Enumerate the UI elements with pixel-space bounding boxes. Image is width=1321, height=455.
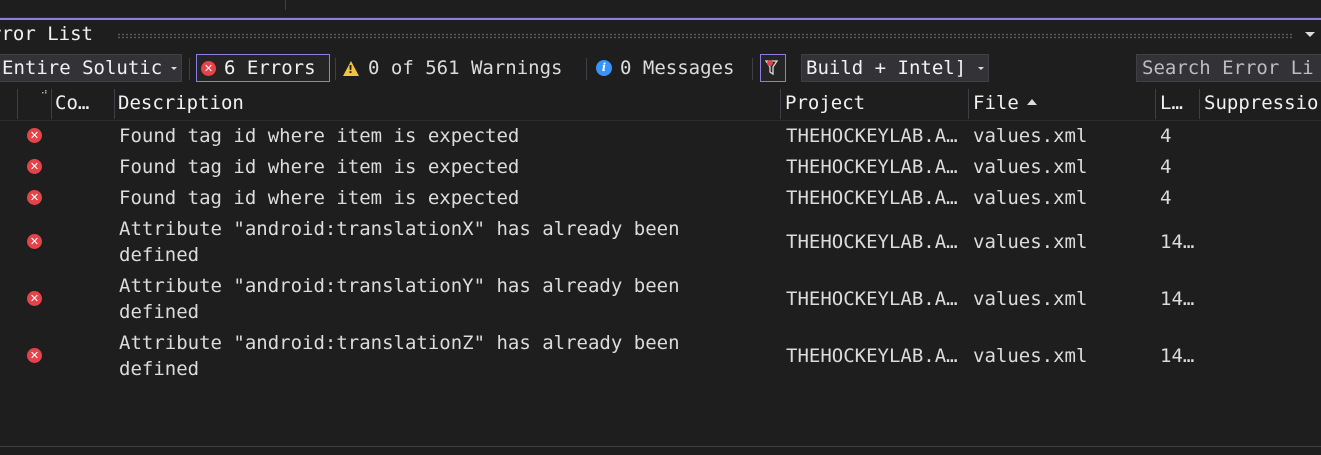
table-row[interactable]: ✕ Attribute "android:translationY" has a…: [0, 271, 1321, 328]
top-strip: [0, 0, 1321, 18]
column-header-description[interactable]: Description: [114, 87, 780, 120]
row-file: values.xml: [973, 288, 1088, 310]
row-project: THEHOCKEYLAB.A…: [786, 231, 958, 253]
row-file: values.xml: [973, 187, 1088, 209]
table-row[interactable]: ✕ Attribute "android:translationX" has a…: [0, 214, 1321, 271]
column-header-line[interactable]: L…: [1156, 87, 1199, 120]
row-description: Attribute "android:translationY" has alr…: [119, 275, 680, 323]
row-line: 4: [1160, 156, 1172, 178]
toolbar-separator: [335, 58, 336, 80]
search-placeholder: Search Error Li: [1142, 57, 1314, 79]
row-description: Attribute "android:translationX" has alr…: [119, 218, 680, 266]
info-icon: i: [596, 60, 612, 76]
row-line: 4: [1160, 187, 1172, 209]
messages-filter-button[interactable]: i 0 Messages: [596, 54, 746, 82]
panel-bottom-border: [0, 446, 1321, 447]
row-project: THEHOCKEYLAB.A…: [786, 187, 958, 209]
toolbar-separator: [586, 58, 587, 80]
error-icon: ✕: [27, 159, 42, 174]
build-dropdown-value: Build + Intel]: [806, 57, 967, 79]
table-row[interactable]: ✕ Found tag id where item is expected TH…: [0, 152, 1321, 183]
row-line: 14…: [1160, 288, 1195, 310]
column-header-project[interactable]: Project: [781, 87, 968, 120]
error-icon: ✕: [27, 234, 42, 249]
column-header-suppression[interactable]: Suppressio: [1200, 87, 1321, 120]
row-project: THEHOCKEYLAB.A…: [786, 288, 958, 310]
row-project: THEHOCKEYLAB.A…: [786, 156, 958, 178]
error-icon: ✕: [201, 60, 216, 76]
scope-dropdown-value: Entire Solutic: [2, 57, 163, 79]
error-icon: ✕: [27, 128, 42, 143]
column-header-file[interactable]: File: [969, 87, 1155, 120]
divider: [285, 0, 286, 10]
toolbar-separator: [752, 58, 753, 80]
column-header-file-label: File: [973, 92, 1019, 114]
row-description: Found tag id where item is expected: [119, 156, 520, 178]
row-file: values.xml: [973, 345, 1088, 367]
row-line: 4: [1160, 125, 1172, 147]
errors-filter-label: 6 Errors: [224, 57, 316, 79]
error-icon: ✕: [27, 291, 42, 306]
table-row[interactable]: ✕ Attribute "android:translationZ" has a…: [0, 328, 1321, 385]
warnings-filter-button[interactable]: 0 of 561 Warnings: [343, 54, 583, 82]
search-error-list-input[interactable]: Search Error Li: [1136, 54, 1321, 82]
row-project: THEHOCKEYLAB.A…: [786, 125, 958, 147]
errors-filter-button[interactable]: ✕ 6 Errors: [196, 54, 330, 82]
drag-grip[interactable]: [117, 33, 1293, 39]
panel-title: rror List: [0, 23, 93, 45]
chevron-down-icon: [171, 67, 177, 70]
window-menu-icon[interactable]: [1305, 32, 1315, 37]
row-file: values.xml: [973, 231, 1088, 253]
column-header-row: Co… Description Project File L… Suppress…: [0, 87, 1321, 121]
error-list-rows: ✕ Found tag id where item is expected TH…: [0, 121, 1321, 385]
row-file: values.xml: [973, 156, 1088, 178]
sort-grip-icon: [42, 90, 47, 94]
error-icon: ✕: [27, 190, 42, 205]
toolbar-separator: [189, 58, 190, 80]
column-header-code[interactable]: Co…: [51, 87, 114, 120]
panel-titlebar[interactable]: rror List: [0, 20, 1321, 50]
error-list-toolbar: Entire Solutic ✕ 6 Errors 0 of 561 Warni…: [0, 52, 1321, 86]
filter-icon: [765, 60, 779, 76]
build-intellisense-dropdown[interactable]: Build + Intel]: [801, 54, 989, 82]
scope-dropdown[interactable]: Entire Solutic: [0, 54, 182, 82]
table-row[interactable]: ✕ Found tag id where item is expected TH…: [0, 183, 1321, 214]
row-file: values.xml: [973, 125, 1088, 147]
row-line: 14…: [1160, 345, 1195, 367]
row-description: Found tag id where item is expected: [119, 187, 520, 209]
chevron-down-icon: [978, 67, 984, 70]
row-project: THEHOCKEYLAB.A…: [786, 345, 958, 367]
table-row[interactable]: ✕ Found tag id where item is expected TH…: [0, 121, 1321, 152]
messages-filter-label: 0 Messages: [620, 57, 735, 79]
row-description: Found tag id where item is expected: [119, 125, 520, 147]
column-header-icon[interactable]: [18, 87, 50, 120]
filter-toggle-button[interactable]: [760, 54, 786, 82]
sort-ascending-icon: [1026, 98, 1037, 105]
row-line: 14…: [1160, 231, 1195, 253]
warning-icon: [343, 60, 359, 76]
error-icon: ✕: [27, 348, 42, 363]
warnings-filter-label: 0 of 561 Warnings: [368, 57, 563, 79]
row-description: Attribute "android:translationZ" has alr…: [119, 332, 680, 380]
